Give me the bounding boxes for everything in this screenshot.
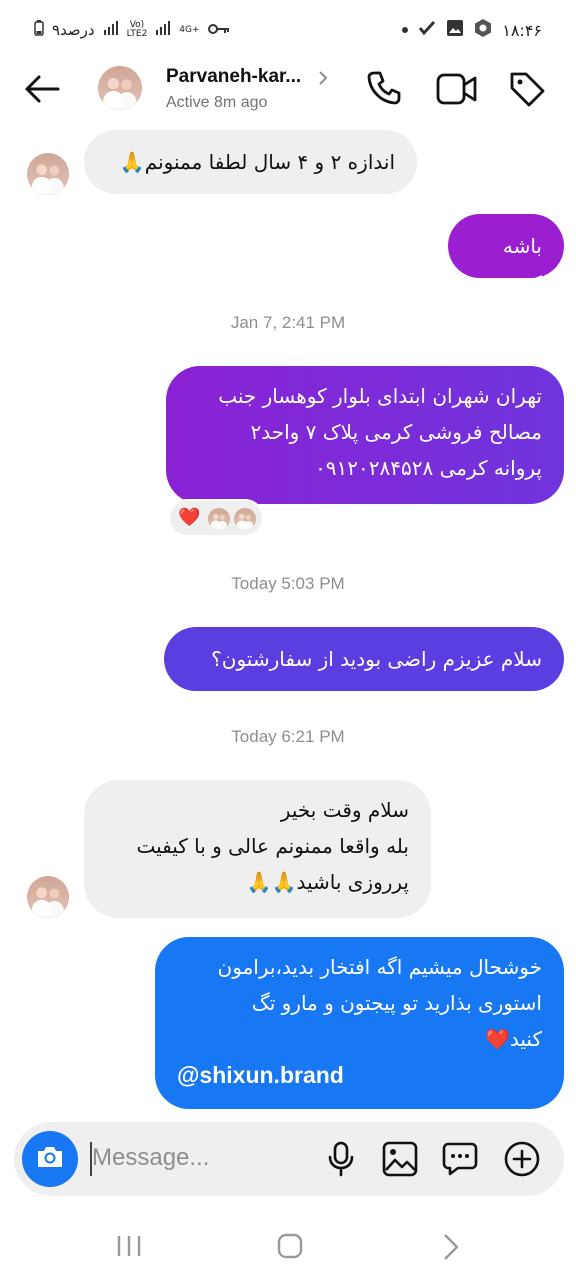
- video-camera-icon[interactable]: [436, 72, 478, 110]
- message-composer: Message...: [14, 1122, 564, 1196]
- message-line: پروانه کرمی ۰۹۱۲۰۲۸۴۵۲۸: [315, 456, 542, 480]
- message-line: سلام وقت بخیر: [280, 798, 409, 822]
- message-line: خوشحال میشیم اگه افتخار بدید،برامون: [217, 955, 542, 979]
- active-status: Active 8m ago: [166, 94, 268, 111]
- status-left: ۹درصد Vo) LTE2 4G+: [34, 20, 230, 40]
- message-line: استوری بذارید تو پیجتون و مارو تگ: [251, 991, 542, 1015]
- reactor-avatar: [234, 508, 256, 530]
- arrow-left-icon[interactable]: [24, 74, 60, 108]
- network-label-bottom: LTE2: [126, 29, 148, 39]
- timestamp: Today 6:21 PM: [231, 727, 345, 746]
- signal-icon: [103, 21, 119, 39]
- message-line: پرروزی باشید🙏🙏: [246, 870, 409, 894]
- reactor-avatar: [208, 508, 230, 530]
- network-type: 4G+: [179, 24, 200, 35]
- camera-icon: [35, 1144, 65, 1174]
- battery-icon: [34, 20, 44, 40]
- timestamp: Jan 7, 2:41 PM: [230, 313, 346, 332]
- message-outgoing[interactable]: باشه گلم: [448, 214, 564, 298]
- timestamp: Today 5:03 PM: [231, 574, 345, 593]
- reaction-heart: ❤️: [178, 507, 201, 528]
- message-incoming[interactable]: اندازه ۲ و ۴ سال لطفا ممنونم🙏: [84, 130, 417, 194]
- system-nav-bar: [0, 1210, 576, 1280]
- tag-icon[interactable]: [508, 70, 546, 112]
- contact-name[interactable]: Parvaneh-kar...: [166, 66, 301, 88]
- chat-bubble-icon[interactable]: [442, 1142, 478, 1180]
- back-nav-icon[interactable]: [442, 1233, 460, 1265]
- chevron-right-icon[interactable]: [318, 70, 328, 89]
- message-line: کنید❤️: [485, 1027, 542, 1051]
- battery-text: ۹درصد: [52, 21, 95, 39]
- contact-avatar[interactable]: [98, 66, 142, 110]
- message-line: مصالح فروشی کرمی پلاک ۷ واحد۲: [250, 420, 542, 444]
- home-icon[interactable]: [277, 1233, 303, 1263]
- dot-icon: [402, 27, 409, 33]
- reactions-pill[interactable]: ❤️: [168, 499, 264, 537]
- message-outgoing[interactable]: خوشحال میشیم اگه افتخار بدید،برامون استو…: [155, 937, 564, 1109]
- signal-icon-2: [155, 21, 171, 39]
- status-bar: ۹درصد Vo) LTE2 4G+ ۱۸:۴۶: [0, 0, 576, 60]
- message-incoming[interactable]: سلام وقت بخیر بله واقعا ممنونم عالی و با…: [84, 780, 431, 918]
- gallery-status-icon: [446, 19, 464, 41]
- clock-text: ۱۸:۴۶: [502, 20, 542, 40]
- sender-avatar[interactable]: [27, 153, 69, 195]
- phone-icon[interactable]: [366, 70, 402, 110]
- recent-apps-icon[interactable]: [116, 1234, 142, 1262]
- message-text: اندازه ۲ و ۴ سال لطفا ممنونم🙏: [119, 150, 395, 174]
- message-line: بله واقعا ممنونم عالی و با کیفیت: [136, 834, 409, 858]
- check-icon: [418, 20, 436, 40]
- sender-avatar[interactable]: [27, 876, 69, 918]
- network-label: Vo) LTE2: [127, 21, 148, 39]
- message-line: تهران شهران ابتدای بلوار کوهسار جنب: [218, 384, 542, 408]
- plus-circle-icon[interactable]: [504, 1141, 540, 1181]
- hexagon-icon: [474, 18, 492, 42]
- key-icon: [207, 21, 230, 39]
- microphone-icon[interactable]: [326, 1141, 356, 1181]
- status-right: ۱۸:۴۶: [402, 18, 542, 42]
- camera-button[interactable]: [22, 1131, 78, 1187]
- brand-handle[interactable]: @shixun.brand: [177, 1057, 542, 1093]
- message-outgoing[interactable]: سلام عزیزم راضی بودید از سفارشتون؟: [164, 627, 564, 691]
- message-input[interactable]: Message...: [92, 1144, 209, 1172]
- message-text: سلام عزیزم راضی بودید از سفارشتون؟: [211, 647, 542, 671]
- message-outgoing[interactable]: تهران شهران ابتدای بلوار کوهسار جنب مصال…: [166, 366, 564, 504]
- message-text: باشه گلم: [502, 234, 542, 298]
- image-icon[interactable]: [382, 1141, 418, 1181]
